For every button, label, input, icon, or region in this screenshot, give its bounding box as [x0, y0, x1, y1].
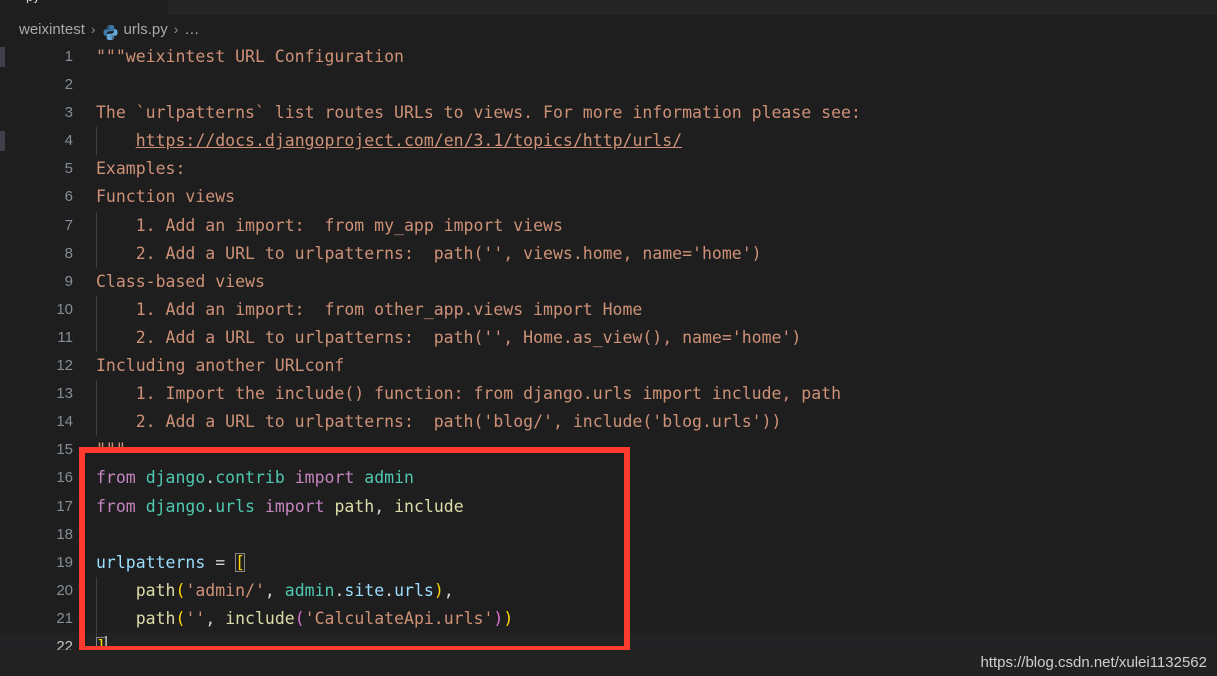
line-content: 1. Import the include() function: from d… [96, 384, 842, 404]
code-line[interactable]: 1 """weixintest URL Configuration [0, 43, 1217, 71]
line-content: Function views [96, 187, 236, 207]
line-content: from django.contrib import admin [96, 468, 414, 488]
line-number-active: 22 [56, 637, 73, 650]
line-number: 18 [56, 525, 73, 543]
code-line[interactable]: 14 2. Add a URL to urlpatterns: path('bl… [0, 408, 1217, 437]
line-number: 7 [64, 216, 73, 234]
code-line[interactable]: 5 Examples: [0, 155, 1217, 183]
code-line[interactable]: 18 [0, 521, 1217, 549]
line-content: ] [96, 633, 107, 650]
line-number: 11 [57, 328, 73, 346]
watermark-url: https://blog.csdn.net/xulei1132562 [980, 654, 1207, 671]
line-content: Class-based views [96, 271, 265, 291]
code-line[interactable]: 8 2. Add a URL to urlpatterns: path('', … [0, 239, 1217, 268]
line-number: 16 [56, 469, 73, 487]
code-line[interactable]: 6 Function views [0, 183, 1217, 211]
line-content: 1. Add an import: from other_app.views i… [96, 299, 643, 319]
breadcrumb-item-symbols[interactable]: … [184, 21, 199, 38]
line-number: 8 [64, 244, 73, 262]
code-line[interactable]: 13 1. Import the include() function: fro… [0, 380, 1217, 409]
line-content: 2. Add a URL to urlpatterns: path('blog/… [96, 412, 782, 432]
line-number: 12 [56, 357, 73, 375]
line-content: https://docs.djangoproject.com/en/3.1/to… [96, 127, 682, 155]
line-number: 20 [56, 581, 73, 599]
text-cursor [104, 635, 107, 650]
line-number: 3 [64, 104, 73, 122]
breadcrumb[interactable]: weixintest › urls.py › … [0, 15, 1217, 43]
line-number: 10 [56, 300, 73, 318]
code-line[interactable]: 11 2. Add a URL to urlpatterns: path('',… [0, 323, 1217, 353]
editor-tab-bar-empty-area [168, 0, 1217, 15]
code-line[interactable]: 4 https://docs.djangoproject.com/en/3.1/… [0, 127, 1217, 156]
code-editor[interactable]: 1 """weixintest URL Configuration 2 3 Th… [0, 43, 1217, 650]
matching-bracket: [ [235, 552, 246, 572]
line-number: 9 [64, 272, 73, 290]
editor-tab-urls-py[interactable]: py [0, 0, 168, 15]
line-content: 2. Add a URL to urlpatterns: path('', Ho… [96, 327, 802, 347]
breadcrumb-item-file[interactable]: urls.py [124, 21, 168, 38]
breadcrumb-item-project[interactable]: weixintest [19, 21, 85, 38]
line-content: """weixintest URL Configuration [96, 47, 404, 66]
line-number: 2 [64, 76, 73, 94]
code-line[interactable]: 21 path('', include('CalculateApi.urls')… [0, 604, 1217, 633]
line-number: 15 [56, 441, 73, 459]
code-line[interactable]: 9 Class-based views [0, 268, 1217, 296]
line-number: 14 [56, 413, 73, 431]
line-number: 17 [56, 497, 73, 515]
editor-tab-bar: py [0, 0, 1217, 15]
line-content: Including another URLconf [96, 356, 345, 376]
line-content: urlpatterns = [ [96, 552, 246, 572]
line-content: path('', include('CalculateApi.urls')) [135, 608, 514, 628]
code-line[interactable]: 17 from django.urls import path, include [0, 493, 1217, 521]
line-content: """ [96, 440, 126, 460]
line-content: 1. Add an import: from my_app import vie… [96, 215, 563, 235]
line-content: path('admin/', admin.site.urls), [135, 580, 454, 600]
code-line[interactable]: 10 1. Add an import: from other_app.view… [0, 295, 1217, 324]
code-line[interactable]: 15 """ [0, 436, 1217, 464]
code-line[interactable]: 7 1. Add an import: from my_app import v… [0, 211, 1217, 240]
line-number: 4 [64, 132, 73, 150]
code-line[interactable]: 12 Including another URLconf [0, 352, 1217, 380]
line-content: Examples: [96, 159, 186, 179]
docs-url-link[interactable]: https://docs.djangoproject.com/en/3.1/to… [136, 131, 682, 150]
line-content: from django.urls import path, include [96, 496, 464, 516]
editor-tab-label: py [26, 0, 40, 3]
line-number: 1 [64, 48, 73, 65]
line-number: 21 [56, 609, 73, 627]
line-content: 2. Add a URL to urlpatterns: path('', vi… [96, 243, 762, 263]
chevron-right-icon: › [90, 21, 96, 37]
code-line[interactable]: 16 from django.contrib import admin [0, 464, 1217, 492]
line-number: 6 [64, 188, 73, 206]
code-line[interactable]: 19 urlpatterns = [ [0, 549, 1217, 577]
line-content: The `urlpatterns` list routes URLs to vi… [96, 103, 861, 123]
python-icon [102, 24, 119, 41]
chevron-right-icon-2: › [173, 21, 179, 37]
line-number: 5 [64, 160, 73, 178]
code-line[interactable]: 20 path('admin/', admin.site.urls), [0, 576, 1217, 605]
code-line[interactable]: 2 [0, 71, 1217, 99]
line-number: 19 [56, 553, 73, 571]
code-line-active[interactable]: 22 ] [0, 632, 1217, 650]
code-line[interactable]: 3 The `urlpatterns` list routes URLs to … [0, 99, 1217, 127]
line-number: 13 [56, 385, 73, 403]
